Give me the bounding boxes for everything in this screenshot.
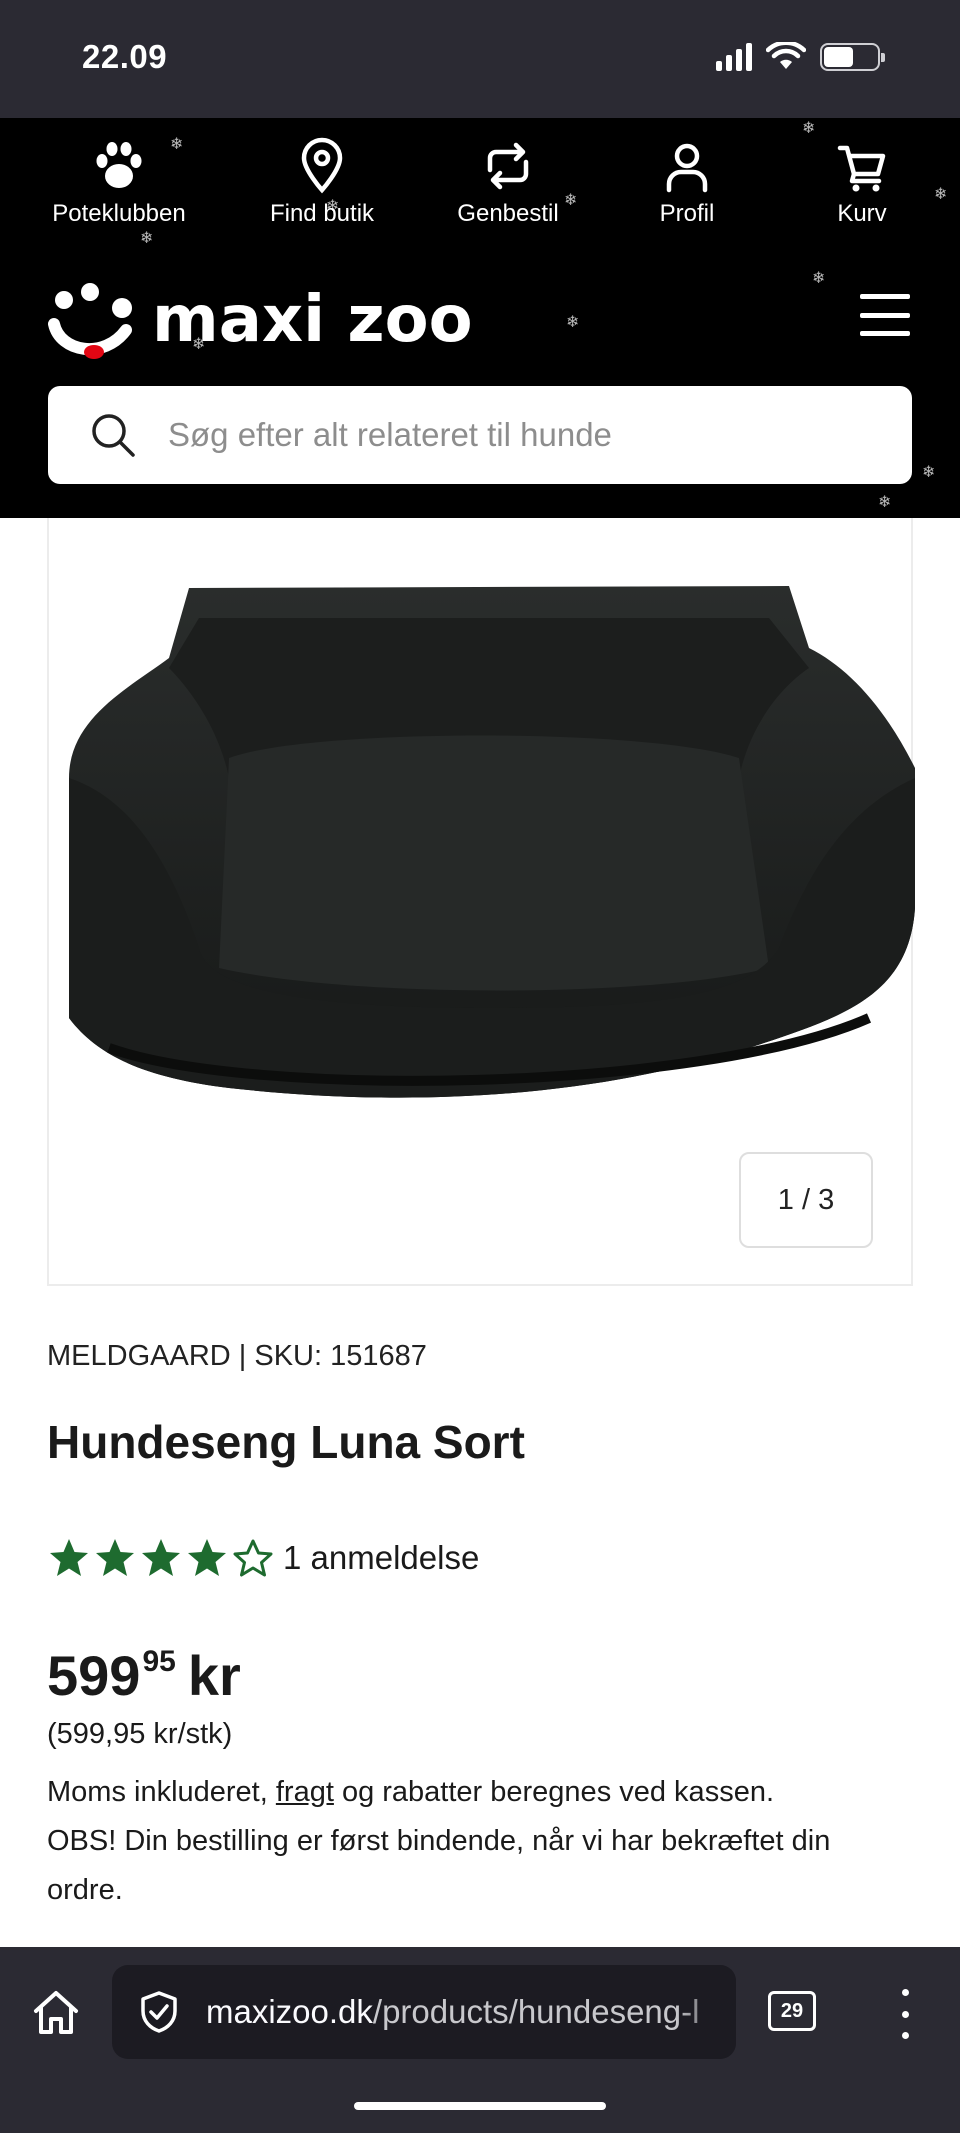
logo-mark-icon: [48, 283, 132, 359]
note-text: Moms inkluderet,: [47, 1776, 276, 1808]
url-text: maxizoo.dk/products/hundeseng-l: [206, 1993, 699, 2031]
url-path: /products/hundeseng-l: [372, 1993, 700, 2030]
nav-label: Find butik: [269, 200, 375, 227]
snowflake-icon: ❄: [878, 494, 892, 511]
repeat-icon: [487, 142, 529, 190]
brand-sku: MELDGAARD | SKU: 151687: [47, 1340, 427, 1372]
tabs-button[interactable]: 29: [768, 1991, 816, 2031]
product-price: 599 95 kr: [47, 1642, 241, 1710]
image-counter[interactable]: 1 / 3: [739, 1152, 873, 1248]
nav-item-kurv[interactable]: Kurv: [767, 136, 957, 228]
review-count-link[interactable]: 1 anmeldelse: [283, 1539, 479, 1577]
maxi-zoo-logo[interactable]: maxi zoo: [46, 278, 473, 362]
product-title: Hundeseng Luna Sort: [47, 1416, 525, 1468]
nav-label: Genbestil: [457, 200, 559, 227]
star-filled-icon: [96, 1539, 134, 1576]
logo-row: maxi zoo: [0, 268, 960, 368]
search-icon: [92, 414, 135, 457]
nav-label: Poteklubben: [52, 200, 186, 227]
note-text: og rabatter beregnes ved kassen.: [333, 1776, 775, 1808]
product-image: [69, 586, 915, 1098]
search-input[interactable]: [168, 416, 868, 454]
product-image-gallery[interactable]: 1 / 3: [47, 518, 915, 1286]
search-bar[interactable]: [48, 386, 912, 484]
nav-item-genbestil[interactable]: Genbestil: [413, 136, 603, 228]
url-domain: maxizoo.dk: [206, 1993, 373, 2030]
shield-check-icon: [141, 1991, 177, 2033]
order-notice: OBS! Din bestilling er først bindende, n…: [47, 1825, 831, 1906]
nav-item-profil[interactable]: Profil: [592, 136, 782, 228]
url-bar[interactable]: maxizoo.dk/products/hundeseng-l: [112, 1965, 736, 2059]
signal-icon: [716, 43, 752, 71]
top-nav: Poteklubben Find butik Genbestil Profil …: [0, 136, 960, 246]
unit-price: (599,95 kr/stk): [47, 1718, 233, 1750]
cart-icon: [837, 145, 886, 192]
location-pin-icon: [301, 137, 343, 194]
snowflake-icon: ❄: [802, 120, 816, 137]
browser-toolbar: maxizoo.dk/products/hundeseng-l 29: [0, 1947, 960, 2133]
hamburger-menu-button[interactable]: [860, 294, 910, 336]
wifi-icon: [766, 42, 806, 69]
more-menu-button[interactable]: [890, 1989, 920, 2039]
star-filled-icon: [188, 1539, 226, 1576]
home-icon[interactable]: [30, 1987, 82, 2039]
status-icons: [716, 42, 885, 72]
price-cents: 95: [142, 1645, 176, 1678]
price-currency: kr: [187, 1644, 241, 1707]
site-header: ❄ ❄ ❄ ❄ ❄ ❄ ❄ ❄ ❄ ❄ ❄ Poteklubben Find b…: [0, 118, 960, 518]
user-icon: [666, 143, 708, 193]
home-indicator: [354, 2102, 606, 2110]
snowflake-icon: ❄: [922, 464, 936, 481]
nav-label: Kurv: [837, 200, 887, 227]
battery-icon: [820, 43, 885, 71]
price-note: Moms inkluderet, fragt og rabatter bereg…: [47, 1768, 907, 1915]
paw-icon: [96, 142, 142, 188]
status-bar: 22.09: [0, 0, 960, 118]
logo-text: maxi zoo: [152, 283, 473, 357]
star-empty-icon: [233, 1539, 273, 1577]
status-time: 22.09: [82, 38, 168, 75]
nav-item-find-butik[interactable]: Find butik: [227, 136, 417, 228]
star-filled-icon: [50, 1539, 88, 1576]
nav-label: Profil: [659, 200, 715, 227]
nav-item-poteklubben[interactable]: Poteklubben: [24, 136, 214, 228]
star-filled-icon: [142, 1539, 180, 1576]
product-rating[interactable]: 1 anmeldelse: [47, 1536, 479, 1580]
shipping-link[interactable]: fragt: [276, 1776, 334, 1808]
price-main: 599: [47, 1644, 141, 1707]
